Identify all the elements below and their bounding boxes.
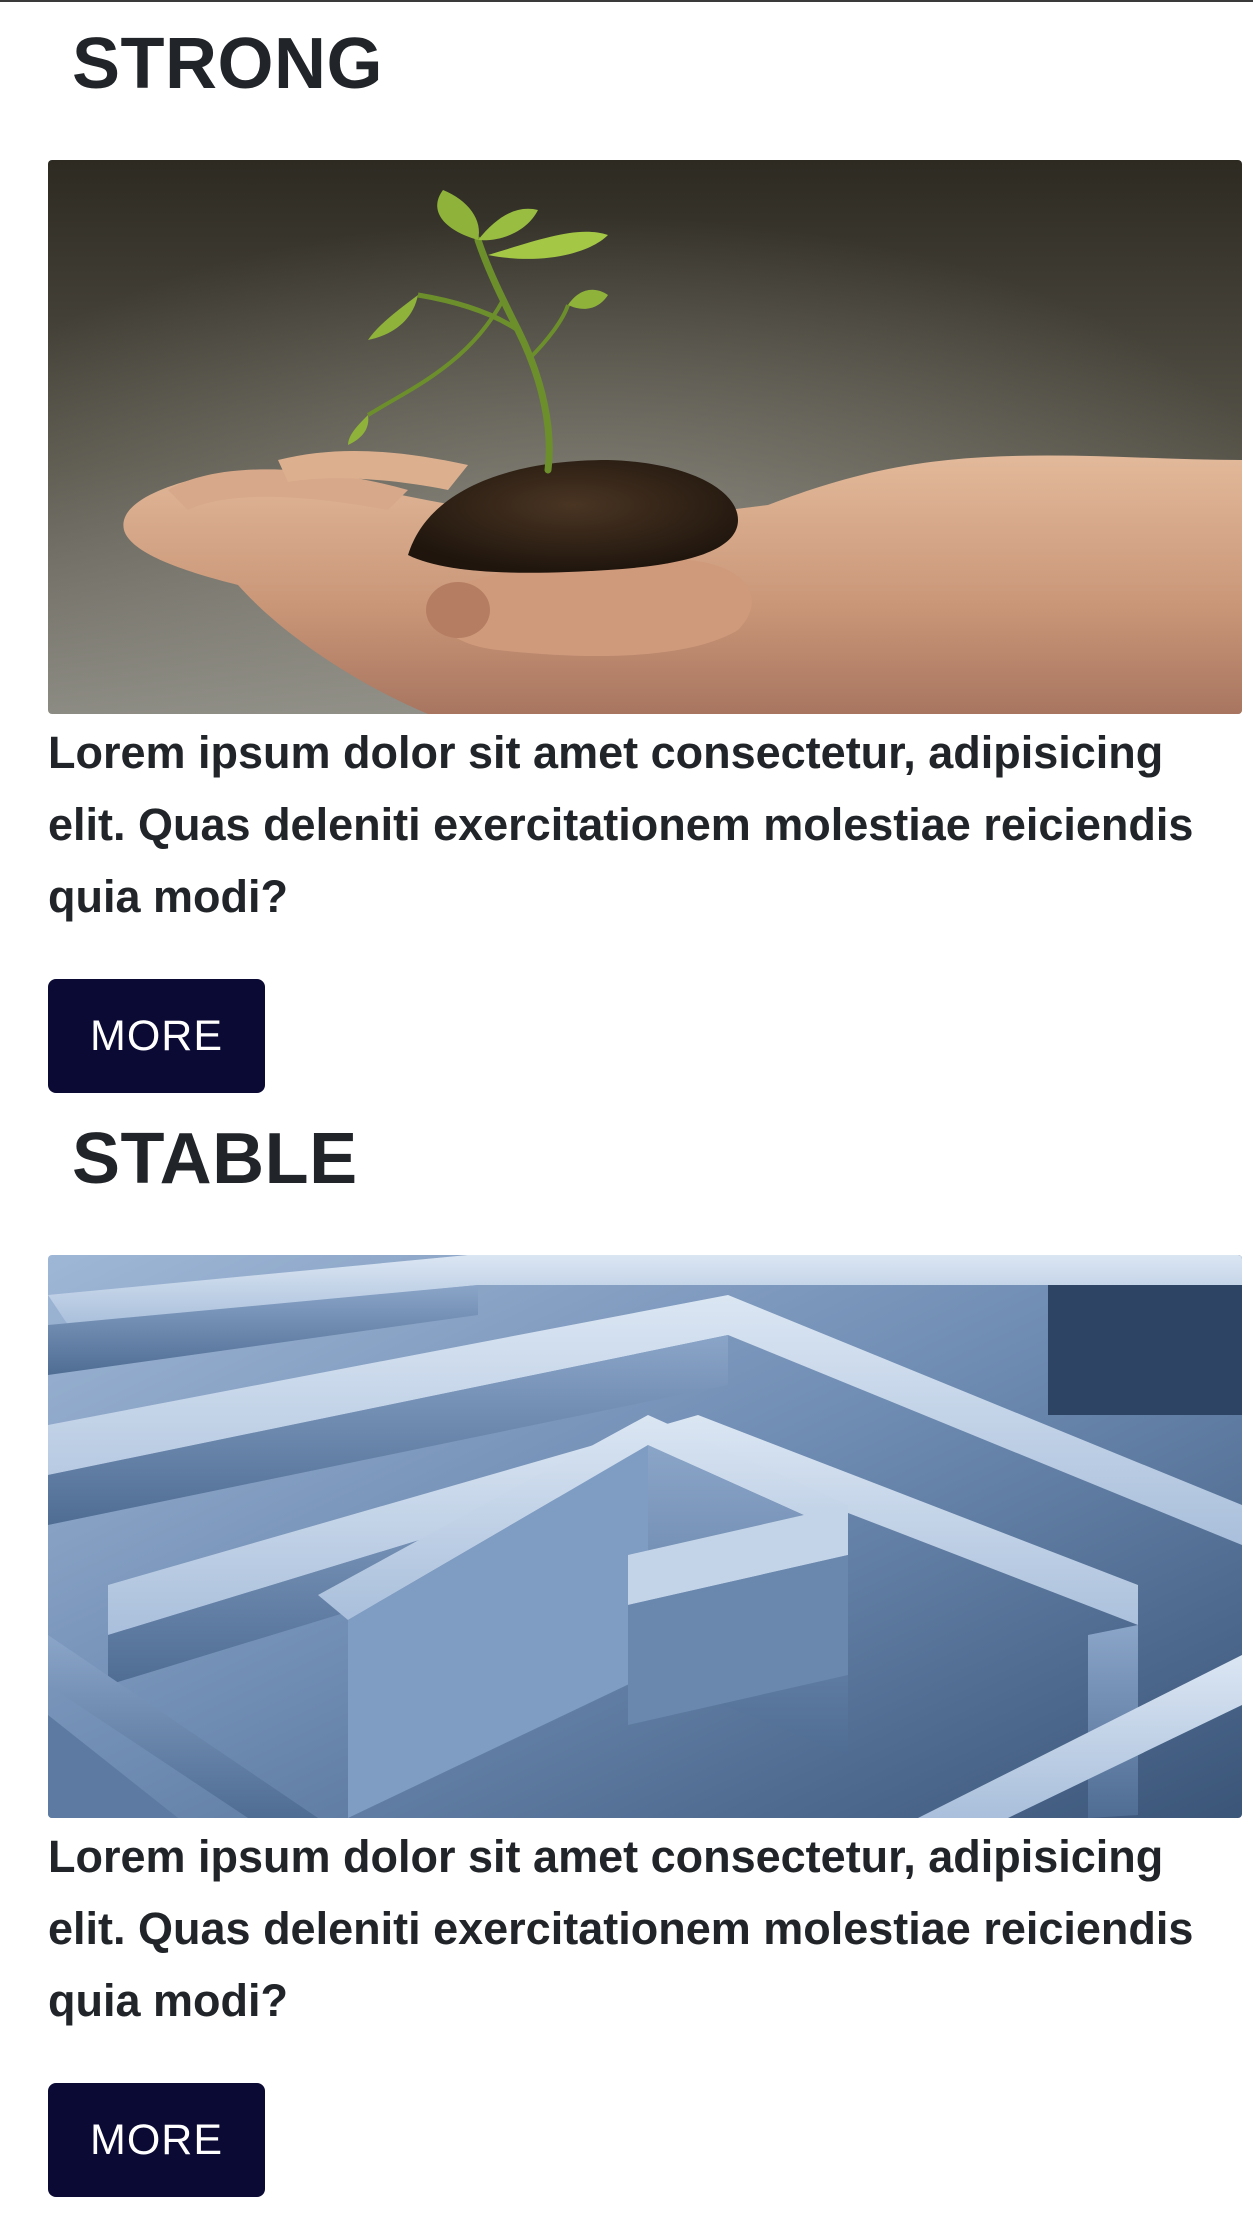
card-description: Lorem ipsum dolor sit amet consectetur, … — [48, 1831, 1194, 2026]
seedling-image — [48, 160, 1242, 714]
card-description: Lorem ipsum dolor sit amet consectetur, … — [48, 727, 1194, 922]
card-title: STABLE — [72, 1119, 358, 1199]
more-button[interactable]: MORE — [48, 979, 265, 1093]
card-title: STRONG — [72, 24, 384, 104]
maze-image — [48, 1255, 1242, 1818]
top-divider — [0, 0, 1253, 2]
more-button[interactable]: MORE — [48, 2083, 265, 2197]
